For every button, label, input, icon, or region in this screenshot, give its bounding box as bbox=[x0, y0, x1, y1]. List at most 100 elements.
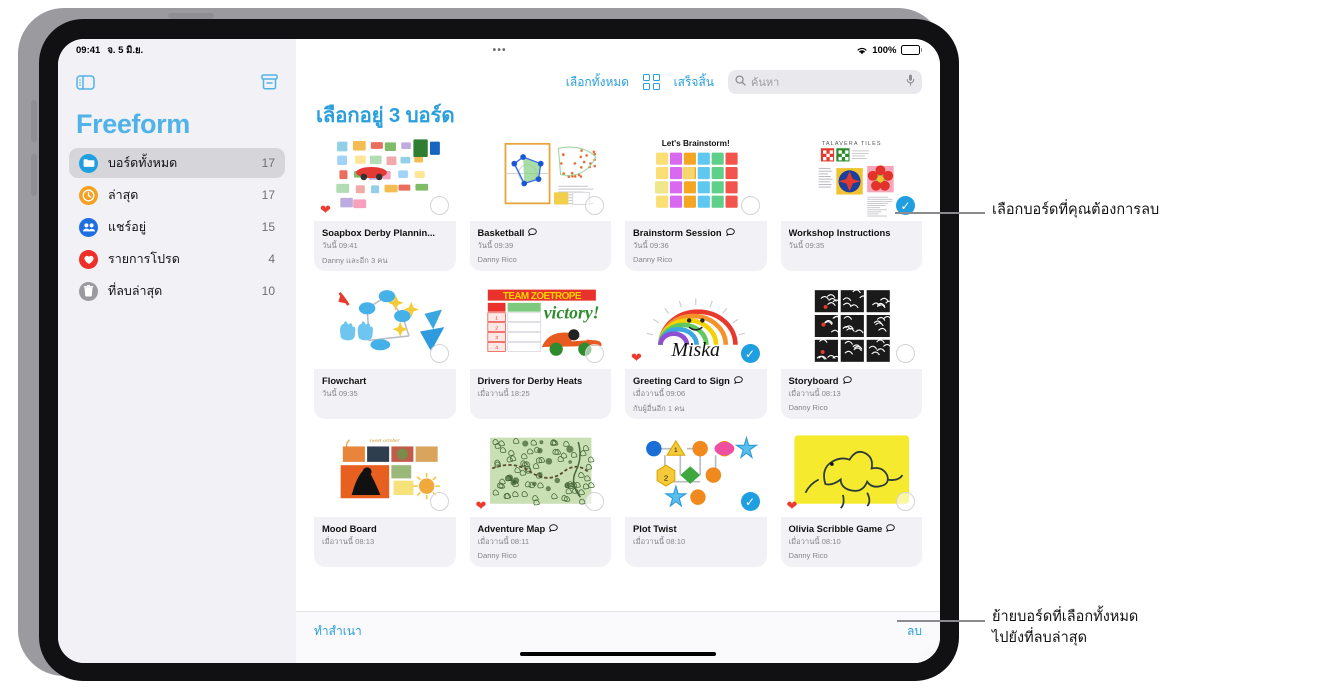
board-thumbnail[interactable] bbox=[470, 135, 612, 221]
comment-bubble-icon bbox=[843, 375, 852, 386]
board-card[interactable]: Miska ❤ ✓ Greeting Card to Sign เมื่อวานนี้ … bbox=[625, 283, 767, 419]
delete-button[interactable]: ลบ bbox=[907, 622, 922, 641]
board-title: Olivia Scribble Game bbox=[789, 523, 915, 534]
board-card[interactable]: Storyboard เมื่อวานนี้ 08:13 Danny Rico bbox=[781, 283, 923, 419]
selection-circle-icon[interactable] bbox=[585, 196, 604, 215]
board-title: Basketball bbox=[478, 227, 604, 238]
svg-text:2: 2 bbox=[495, 325, 498, 331]
selected-checkmark-icon[interactable]: ✓ bbox=[741, 492, 760, 511]
board-card[interactable]: Let's Brainstorm! Brainstorm Session วันนี… bbox=[625, 135, 767, 271]
app-title: Freeform bbox=[58, 95, 296, 148]
board-thumbnail[interactable]: Let's Brainstorm! bbox=[625, 135, 767, 221]
svg-text:sweet october: sweet october bbox=[369, 438, 400, 444]
sidebar-item-favorites[interactable]: รายการโปรด 4 bbox=[69, 244, 285, 274]
sidebar-list: บอร์ดทั้งหมด 17 ล่าสุด 17 แชร์อยู่ 15 รา… bbox=[58, 148, 296, 306]
microphone-icon[interactable] bbox=[906, 73, 915, 91]
sidebar-toggle-icon[interactable] bbox=[76, 75, 95, 95]
board-timestamp: วันนี้ 09:39 bbox=[478, 240, 604, 252]
board-thumbnail[interactable]: Miska ❤ ✓ bbox=[625, 283, 767, 369]
board-meta: Brainstorm Session วันนี้ 09:36 Danny Rico bbox=[625, 221, 767, 264]
board-card[interactable]: Basketball วันนี้ 09:39 Danny Rico bbox=[470, 135, 612, 271]
comment-bubble-icon bbox=[528, 227, 537, 238]
search-input-placeholder[interactable]: ค้นหา bbox=[751, 73, 901, 91]
page-title: เลือกอยู่ 3 บอร์ด bbox=[316, 99, 454, 132]
board-card[interactable]: ❤ Olivia Scribble Game เมื่อวานนี้ 08:10 Da… bbox=[781, 431, 923, 567]
selection-circle-icon[interactable] bbox=[896, 344, 915, 363]
board-meta: Mood Board เมื่อวานนี้ 08:13 bbox=[314, 517, 456, 548]
sidebar-item-label: แชร์อยู่ bbox=[108, 217, 252, 237]
selection-circle-icon[interactable] bbox=[430, 344, 449, 363]
callout-leader-line-bottom bbox=[897, 620, 985, 622]
done-button[interactable]: เสร็จสิ้น bbox=[674, 73, 714, 92]
board-timestamp: เมื่อวานนี้ 08:10 bbox=[633, 536, 759, 548]
board-thumbnail[interactable]: ❤ bbox=[781, 431, 923, 517]
archive-box-icon[interactable] bbox=[261, 74, 278, 95]
multitasking-dots-icon[interactable]: ••• bbox=[493, 45, 507, 56]
board-meta: Greeting Card to Sign เมื่อวานนี้ 09:06 กั… bbox=[625, 369, 767, 415]
selection-circle-icon[interactable] bbox=[741, 196, 760, 215]
board-thumbnail[interactable]: TALAVERA TILES ✓ bbox=[781, 135, 923, 221]
search-field[interactable]: ค้นหา bbox=[728, 70, 922, 94]
selection-circle-icon[interactable] bbox=[430, 492, 449, 511]
sidebar-item-recently-deleted[interactable]: ที่ลบล่าสุด 10 bbox=[69, 276, 285, 306]
board-card[interactable]: ❤ Soapbox Derby Plannin... วันนี้ 09:41 Dan… bbox=[314, 135, 456, 271]
volume-down-button[interactable] bbox=[31, 154, 37, 196]
status-time: 09:41 bbox=[76, 45, 100, 56]
selection-circle-icon[interactable] bbox=[430, 196, 449, 215]
board-card[interactable]: ❤ Adventure Map เมื่อวานนี้ 08:11 Danny Ric… bbox=[470, 431, 612, 567]
boards-grid-scroll-area[interactable]: ❤ Soapbox Derby Plannin... วันนี้ 09:41 Dan… bbox=[296, 135, 940, 663]
board-meta: Storyboard เมื่อวานนี้ 08:13 Danny Rico bbox=[781, 369, 923, 412]
board-card[interactable]: 1 2 ✓ Plot Twist เมื่อวานนี้ 08:10 bbox=[625, 431, 767, 567]
favorite-heart-icon: ❤ bbox=[476, 499, 487, 512]
ipad-device-frame: 09:41 จ. 5 มิ.ย. ••• 100% Freeform บอร์ด… bbox=[18, 8, 944, 676]
board-thumbnail[interactable] bbox=[781, 283, 923, 369]
sidebar-item-shared[interactable]: แชร์อยู่ 15 bbox=[69, 212, 285, 242]
selection-circle-icon[interactable] bbox=[585, 344, 604, 363]
callout-line-2: ไปยังที่ลบล่าสุด bbox=[992, 628, 1312, 649]
ipad-screen: 09:41 จ. 5 มิ.ย. ••• 100% Freeform บอร์ด… bbox=[58, 39, 940, 663]
board-thumbnail[interactable]: TEAM ZOETROPE 1 2 3 4 victory! bbox=[470, 283, 612, 369]
board-thumbnail[interactable]: sweet october bbox=[314, 431, 456, 517]
comment-bubble-icon bbox=[528, 228, 537, 236]
board-thumbnail[interactable]: 1 2 ✓ bbox=[625, 431, 767, 517]
board-card[interactable]: Flowchart วันนี้ 09:35 bbox=[314, 283, 456, 419]
board-card[interactable]: TEAM ZOETROPE 1 2 3 4 victory! Drivers for Der… bbox=[470, 283, 612, 419]
main-content: เลือกทั้งหมด เสร็จสิ้น ค้นหา เลือกอยู่ 3… bbox=[296, 39, 940, 663]
board-thumbnail[interactable] bbox=[314, 283, 456, 369]
battery-percent-label: 100% bbox=[872, 45, 896, 56]
svg-text:1: 1 bbox=[495, 315, 498, 321]
board-title-text: Brainstorm Session bbox=[633, 227, 722, 238]
board-card[interactable]: TALAVERA TILES ✓ Workshop Instructions วันน… bbox=[781, 135, 923, 271]
board-title: Drivers for Derby Heats bbox=[478, 375, 604, 386]
favorite-heart-icon: ❤ bbox=[631, 351, 642, 364]
selected-checkmark-icon[interactable]: ✓ bbox=[741, 344, 760, 363]
board-title: Brainstorm Session bbox=[633, 227, 759, 238]
svg-text:4: 4 bbox=[495, 345, 498, 351]
sidebar: Freeform บอร์ดทั้งหมด 17 ล่าสุด 17 แชร์อ… bbox=[58, 39, 296, 663]
duplicate-button[interactable]: ทำสำเนา bbox=[314, 622, 362, 641]
selection-circle-icon[interactable] bbox=[896, 492, 915, 511]
board-meta: Plot Twist เมื่อวานนี้ 08:10 bbox=[625, 517, 767, 548]
board-timestamp: เมื่อวานนี้ 08:10 bbox=[789, 536, 915, 548]
board-title-text: Soapbox Derby Plannin... bbox=[322, 227, 435, 238]
grid-view-icon[interactable] bbox=[643, 74, 660, 91]
board-title-text: Basketball bbox=[478, 227, 525, 238]
board-collaborators: Danny Rico bbox=[633, 255, 759, 264]
board-thumbnail[interactable]: ❤ bbox=[314, 135, 456, 221]
status-center: ••• bbox=[143, 45, 856, 56]
select-all-button[interactable]: เลือกทั้งหมด bbox=[566, 73, 629, 92]
favorite-heart-icon: ❤ bbox=[787, 499, 798, 512]
home-indicator[interactable] bbox=[520, 652, 716, 656]
selection-circle-icon[interactable] bbox=[585, 492, 604, 511]
sidebar-item-all-boards[interactable]: บอร์ดทั้งหมด 17 bbox=[69, 148, 285, 178]
volume-up-button[interactable] bbox=[31, 100, 37, 142]
sidebar-item-recents[interactable]: ล่าสุด 17 bbox=[69, 180, 285, 210]
board-title-text: Olivia Scribble Game bbox=[789, 523, 883, 534]
board-timestamp: วันนี้ 09:35 bbox=[789, 240, 915, 252]
board-thumbnail[interactable]: ❤ bbox=[470, 431, 612, 517]
board-title: Storyboard bbox=[789, 375, 915, 386]
board-card[interactable]: sweet october Mood Board เมื่อวานนี้ 08:13 bbox=[314, 431, 456, 567]
status-date: จ. 5 มิ.ย. bbox=[107, 43, 143, 58]
board-collaborators: Danny และอีก 3 คน bbox=[322, 255, 448, 267]
sidebar-item-count: 17 bbox=[262, 188, 275, 202]
